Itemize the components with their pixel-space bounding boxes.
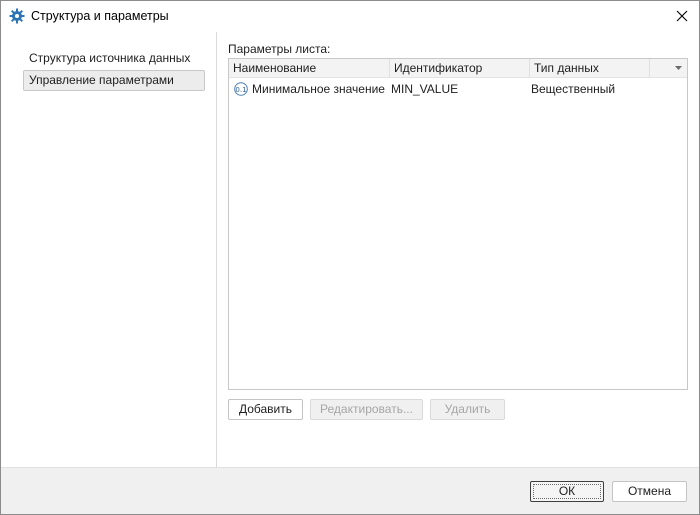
column-header-id[interactable]: Идентификатор [390, 59, 530, 78]
column-header-type[interactable]: Тип данных [530, 59, 650, 78]
column-chooser-button[interactable] [650, 59, 687, 78]
section-label: Параметры листа: [228, 42, 331, 56]
gear-icon [9, 8, 25, 24]
add-button[interactable]: Добавить [228, 399, 303, 420]
window-title: Структура и параметры [31, 9, 169, 23]
title-bar: Структура и параметры [1, 1, 699, 32]
numeric-parameter-icon: 0.1 [234, 82, 248, 96]
column-header-name[interactable]: Наименование [229, 59, 390, 78]
table-header: Наименование Идентификатор Тип данных [229, 59, 687, 78]
close-button[interactable] [665, 1, 699, 32]
close-icon [676, 10, 688, 22]
cell-name: 0.1 Минимальное значение [234, 79, 390, 99]
focus-outline [533, 484, 601, 499]
svg-text:0.1: 0.1 [235, 86, 246, 94]
sidebar-item-data-source-structure[interactable]: Структура источника данных [23, 48, 205, 69]
parameters-table[interactable]: Наименование Идентификатор Тип данных 0.… [228, 58, 688, 390]
cancel-button[interactable]: Отмена [612, 481, 687, 502]
parameter-type: Вещественный [531, 82, 616, 96]
edit-button[interactable]: Редактировать... [310, 399, 423, 420]
parameter-name: Минимальное значение [252, 82, 385, 96]
chevron-down-icon [675, 66, 682, 70]
dialog-window: Структура и параметры Структура источник… [0, 0, 700, 515]
sidebar: Структура источника данных Управление па… [1, 32, 217, 467]
delete-button[interactable]: Удалить [430, 399, 505, 420]
ok-button[interactable]: ОК [530, 481, 604, 502]
table-row[interactable]: 0.1 Минимальное значение MIN_VALUE Вещес… [229, 79, 687, 99]
sidebar-item-parameter-management[interactable]: Управление параметрами [23, 70, 205, 91]
parameter-id: MIN_VALUE [391, 82, 459, 96]
